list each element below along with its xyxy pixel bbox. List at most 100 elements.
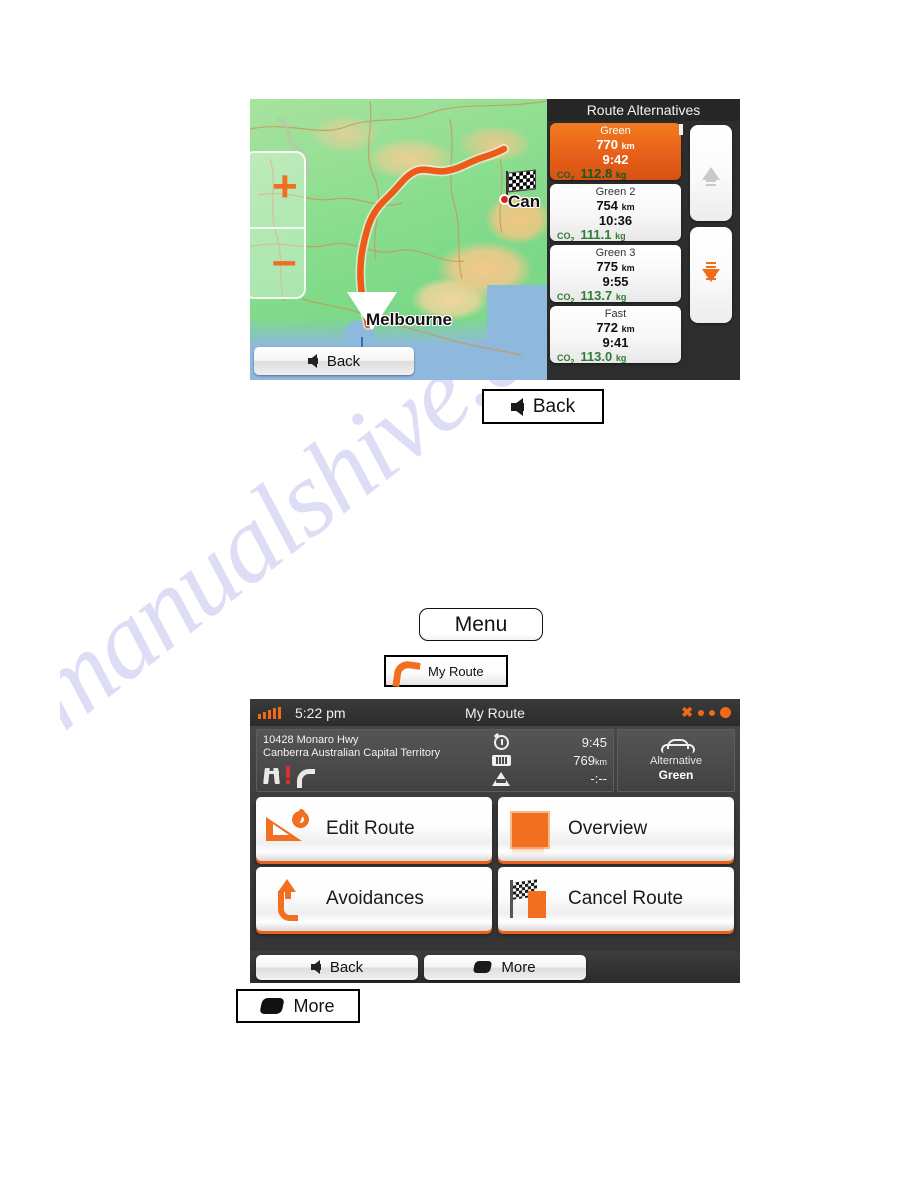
- callout-more-button[interactable]: More: [236, 989, 360, 1023]
- status-indicators: ✖: [681, 704, 731, 721]
- route-time: 9:41: [602, 335, 629, 350]
- stat-value: -:--: [590, 771, 607, 786]
- satellite-icon: ✖: [681, 704, 693, 720]
- avoidances-button[interactable]: Avoidances: [256, 867, 492, 931]
- route-time: 9:42: [602, 152, 629, 167]
- route-distance: 775 km: [596, 259, 635, 274]
- edit-route-icon: [264, 807, 312, 851]
- callout-menu-label: Menu: [454, 612, 508, 636]
- co2-value: 111.1 kg: [580, 227, 626, 242]
- my-route-screenshot: 5:22 pm My Route ✖ 10428 Monaro Hwy Canb…: [250, 699, 740, 983]
- route-time: 10:36: [598, 213, 633, 228]
- trip-statistics: 9:45 769km -:--: [491, 734, 607, 787]
- edit-route-label: Edit Route: [326, 818, 415, 839]
- co2-label: CO2: [557, 292, 575, 302]
- vehicle-profile-panel[interactable]: Alternative Green: [617, 729, 735, 792]
- route-name: Fast: [604, 308, 627, 320]
- address-line-1: 10428 Monaro Hwy: [263, 734, 359, 746]
- route-alternative-item[interactable]: Fast 772 km 9:41 CO2 113.0 kg: [550, 306, 681, 363]
- co2-value: 113.0 kg: [580, 349, 627, 364]
- co2-value: 113.7 kg: [580, 288, 627, 303]
- route-alternative-item[interactable]: Green 3 775 km 9:55 CO2 113.7 kg: [550, 245, 681, 302]
- scroll-tick: [679, 124, 683, 135]
- route-co2-row: CO2 111.1 kg: [550, 227, 681, 242]
- co2-label: CO2: [557, 353, 575, 363]
- status-bar: 5:22 pm My Route ✖: [250, 699, 740, 726]
- route-summary-panel[interactable]: 10428 Monaro Hwy Canberra Australian Cap…: [256, 729, 614, 792]
- battery-dot-icon: [720, 707, 731, 718]
- odometer-icon: [491, 755, 511, 766]
- zoom-divider: [250, 227, 304, 229]
- route-alternatives-title: Route Alternatives: [547, 99, 740, 121]
- status-dot-small: [698, 709, 704, 716]
- route-name: Green 3: [595, 247, 636, 259]
- warning-icon: [491, 771, 511, 786]
- route-distance: 754 km: [596, 198, 635, 213]
- stat-value: 9:45: [581, 735, 607, 750]
- more-label: More: [501, 958, 536, 976]
- route-co2-row: CO2 113.7 kg: [550, 288, 681, 303]
- scroll-down-button[interactable]: [690, 227, 732, 323]
- arrow-left-icon: [510, 397, 524, 416]
- more-button[interactable]: More: [424, 954, 586, 980]
- map-back-label: Back: [326, 352, 361, 370]
- callout-back-button[interactable]: Back: [482, 389, 604, 424]
- overview-label: Overview: [568, 818, 648, 839]
- edit-route-button[interactable]: Edit Route: [256, 797, 492, 861]
- route-co2-row: CO2 113.0 kg: [550, 349, 681, 364]
- route-alternatives-body: Green 770 km 9:42 CO2 112.8 kg Green 2 7…: [547, 121, 740, 380]
- route-alternatives-list[interactable]: Green 770 km 9:42 CO2 112.8 kg Green 2 7…: [547, 121, 684, 380]
- my-route-menu-grid: Edit Route Overview Avoidances Cancel Ro…: [250, 792, 740, 931]
- map-back-button[interactable]: Back: [254, 347, 414, 375]
- scroll-up-icon: [702, 166, 720, 187]
- route-method-icons: [263, 762, 491, 788]
- map-zoom-controls[interactable]: + –: [250, 151, 306, 299]
- zoom-out-button[interactable]: –: [272, 239, 296, 283]
- route-distance: 772 km: [596, 320, 635, 335]
- overview-button[interactable]: Overview: [498, 797, 734, 861]
- cancel-route-button[interactable]: Cancel Route: [498, 867, 734, 931]
- checkered-flag-icon: [508, 169, 536, 193]
- arrow-left-icon: [307, 354, 318, 368]
- callout-my-route-label: My Route: [428, 663, 484, 679]
- callout-more-label: More: [293, 995, 335, 1016]
- route-alternatives-scroll: [679, 121, 737, 380]
- back-label: Back: [329, 958, 364, 976]
- cancel-route-label: Cancel Route: [568, 888, 684, 909]
- bottom-toolbar: Back More: [250, 951, 740, 983]
- vehicle-label: Alternative: [650, 755, 702, 767]
- alert-icon: [285, 766, 291, 784]
- route-name: Green: [600, 125, 631, 137]
- vehicle-value: Green: [658, 768, 694, 782]
- destination-address: 10428 Monaro Hwy Canberra Australian Cap…: [263, 734, 491, 788]
- co2-label: CO2: [557, 170, 575, 180]
- scroll-down-icon: [702, 261, 720, 282]
- motorway-icon: [263, 766, 281, 784]
- avoidances-label: Avoidances: [326, 888, 424, 909]
- stat-warning: -:--: [491, 770, 607, 787]
- zoom-in-button[interactable]: +: [272, 165, 298, 209]
- back-button[interactable]: Back: [256, 954, 418, 980]
- curve-icon: [295, 766, 315, 788]
- arrow-left-icon: [310, 960, 321, 974]
- status-dot-medium: [709, 709, 715, 716]
- map-label-canberra: Can: [508, 192, 541, 211]
- car-icon: [661, 739, 695, 754]
- callout-my-route-button[interactable]: My Route: [384, 655, 508, 687]
- route-alternative-item[interactable]: Green 770 km 9:42 CO2 112.8 kg: [550, 123, 681, 180]
- address-line-2: Canberra Australian Capital Territory: [263, 747, 441, 759]
- avoidances-icon: [264, 877, 312, 921]
- co2-value: 112.8 kg: [580, 166, 627, 181]
- clock-icon: [491, 735, 511, 750]
- route-alternative-item[interactable]: Green 2 754 km 10:36 CO2 111.1 kg: [550, 184, 681, 241]
- map-panel[interactable]: + – Melbourne Can Back: [250, 99, 547, 380]
- map-label-melbourne: Melbourne: [366, 310, 452, 329]
- scroll-up-button[interactable]: [690, 125, 732, 221]
- my-route-icon: [392, 659, 414, 683]
- route-time: 9:55: [602, 274, 629, 289]
- callout-menu-button[interactable]: Menu: [419, 608, 543, 641]
- more-icon: [259, 998, 286, 1014]
- co2-label: CO2: [557, 231, 575, 241]
- route-info-row: 10428 Monaro Hwy Canberra Australian Cap…: [250, 726, 740, 792]
- more-icon: [473, 961, 493, 973]
